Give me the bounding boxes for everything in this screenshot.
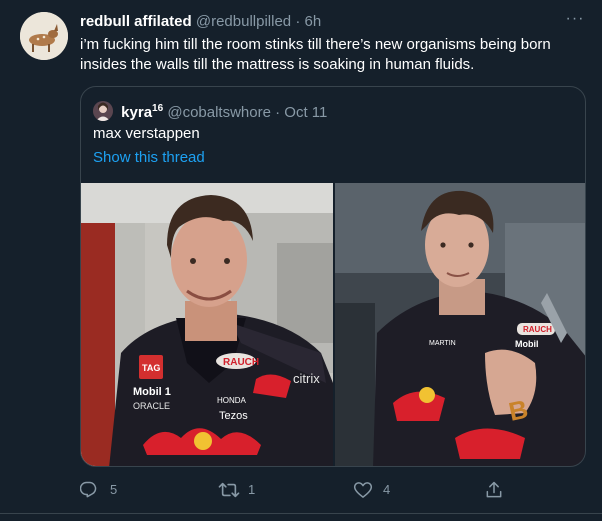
quoted-header-separator: · <box>275 104 281 121</box>
sponsor-rauch-left: RAUCH <box>223 357 259 368</box>
tweet-time[interactable]: 6h <box>304 13 321 30</box>
show-thread-link[interactable]: Show this thread <box>93 148 205 168</box>
tweet-actions: 5 1 4 <box>80 479 520 503</box>
quoted-author-avatar[interactable] <box>93 101 113 121</box>
quoted-tweet-date[interactable]: Oct 11 <box>284 104 327 121</box>
retweet-icon <box>218 482 240 498</box>
retweet-count: 1 <box>248 482 256 497</box>
author-handle[interactable]: @redbullpilled <box>196 13 291 30</box>
sponsor-citrix-left: citrix <box>293 371 320 386</box>
like-button[interactable]: 4 <box>353 479 413 501</box>
header-separator: · <box>295 13 301 30</box>
like-count: 4 <box>383 482 391 497</box>
quoted-author-handle[interactable]: @cobaltswhore <box>167 104 271 121</box>
reply-icon <box>80 481 97 498</box>
sponsor-tezos-left: Tezos <box>219 410 248 422</box>
sponsor-oracle-left: ORACLE <box>133 401 170 411</box>
quoted-author-superscript: 16 <box>152 103 164 114</box>
reply-count: 5 <box>110 482 118 497</box>
tweet-text: i’m fucking him till the room stinks til… <box>80 36 551 73</box>
quoted-image-right[interactable]: RAUCH MARTIN Mobil B <box>335 183 585 466</box>
sponsor-mobil-right: Mobil <box>515 339 539 349</box>
share-icon <box>486 481 502 498</box>
quoted-tweet[interactable]: kyra16 @cobaltswhore · Oct 11 max versta… <box>80 86 586 467</box>
more-icon[interactable]: ··· <box>562 10 588 32</box>
author-name[interactable]: redbull affilated <box>80 13 192 30</box>
retweet-button[interactable]: 1 <box>218 479 278 501</box>
quoted-image-left[interactable]: RAUCH TAG Mobil 1 ORACLE HONDA Tezos cit… <box>81 183 333 466</box>
quoted-tweet-text: max verstappen <box>93 125 200 142</box>
quoted-tweet-header: kyra16 @cobaltswhore · Oct 11 <box>93 99 327 123</box>
tweet[interactable]: redbull affilated @redbullpilled · 6h ··… <box>0 0 602 521</box>
quoted-author-name[interactable]: kyra <box>121 104 152 121</box>
tweet-divider <box>0 513 602 514</box>
sponsor-tag-left: TAG <box>142 363 160 373</box>
tweet-header: redbull affilated @redbullpilled · 6h <box>80 12 321 32</box>
share-button[interactable] <box>484 479 508 501</box>
sponsor-honda-left: HONDA <box>217 396 247 405</box>
author-avatar[interactable] <box>20 12 68 60</box>
heart-icon <box>353 482 373 498</box>
reply-button[interactable]: 5 <box>80 479 140 501</box>
sponsor-mobil-left: Mobil 1 <box>133 386 171 398</box>
sponsor-rauch-right: RAUCH <box>523 325 552 334</box>
sponsor-martin-right: MARTIN <box>429 340 456 347</box>
